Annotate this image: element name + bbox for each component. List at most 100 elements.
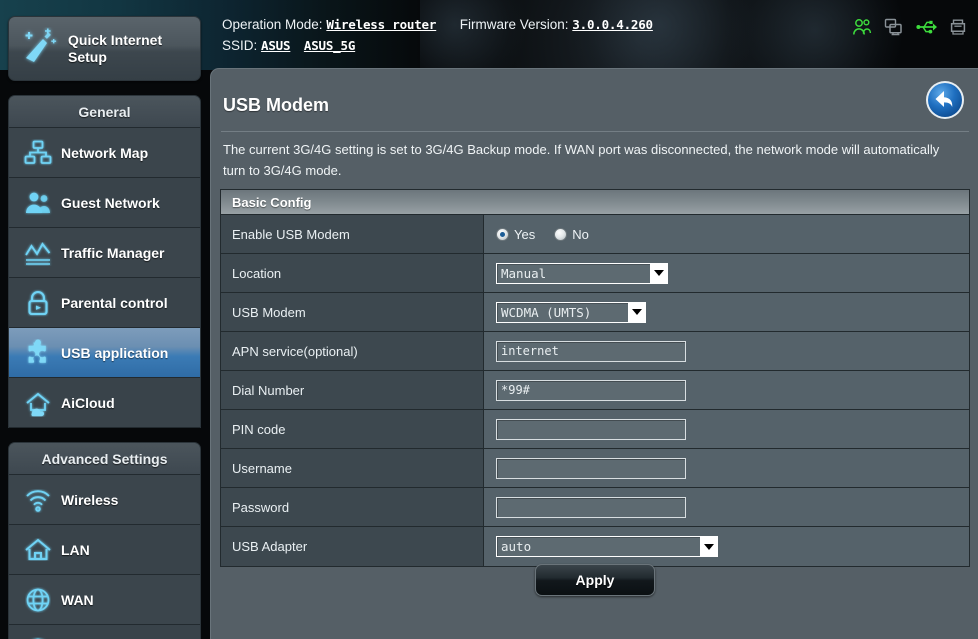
main-panel: USB Modem The current 3G/4G setting is s… [210, 68, 978, 639]
sidebar-item-traffic-manager[interactable]: Traffic Manager [9, 228, 200, 278]
row-enable-usb-modem: Enable USB Modem Yes No [221, 215, 969, 254]
firmware-label: Firmware Version: [459, 17, 569, 32]
row-username: Username [221, 449, 969, 488]
sidebar-item-label: Network Map [61, 144, 149, 161]
sidebar-item-lan[interactable]: LAN [9, 525, 200, 575]
sidebar: Quick Internet Setup General Network Map… [8, 16, 201, 639]
radio-yes-label: Yes [514, 226, 536, 242]
router-admin-page: Operation Mode: Wireless router Firmware… [0, 0, 978, 639]
row-label: Enable USB Modem [221, 215, 484, 253]
usb-modem-select-value: WCDMA (UMTS) [501, 304, 592, 320]
pin-code-input[interactable] [496, 418, 686, 440]
network-map-icon [21, 139, 55, 167]
operation-mode-label: Operation Mode: [222, 17, 323, 32]
apn-service-input[interactable]: internet [496, 340, 686, 362]
header-status-icons [852, 18, 966, 36]
guest-network-icon [21, 189, 55, 217]
wireless-icon [21, 486, 55, 514]
sidebar-item-label: LAN [61, 541, 90, 558]
row-label: USB Modem [221, 293, 484, 331]
usb-icon[interactable] [916, 18, 938, 36]
magic-wand-icon [19, 27, 59, 70]
sidebar-item-label: USB application [61, 344, 169, 361]
row-value: internet [484, 332, 969, 370]
row-value [484, 410, 969, 448]
basic-config-table: Basic Config Enable USB Modem Yes No Loc… [220, 189, 970, 567]
sidebar-item-wan[interactable]: WAN [9, 575, 200, 625]
ssid-value-5g[interactable]: ASUS_5G [304, 38, 355, 53]
row-usb-adapter: USB Adapter auto [221, 527, 969, 566]
quick-internet-setup-button[interactable]: Quick Internet Setup [8, 16, 201, 81]
radio-no-label: No [572, 226, 589, 242]
sidebar-item-ipv6[interactable]: IPv6 [9, 625, 200, 639]
chevron-down-icon [700, 537, 717, 556]
sidebar-item-label: AiCloud [61, 394, 115, 411]
sidebar-item-label: Traffic Manager [61, 244, 165, 261]
row-label: Location [221, 254, 484, 292]
location-select[interactable]: Manual [496, 262, 668, 284]
row-value: WCDMA (UMTS) [484, 293, 969, 331]
username-input[interactable] [496, 457, 686, 479]
row-usb-modem: USB Modem WCDMA (UMTS) [221, 293, 969, 332]
enable-usb-modem-radio-group: Yes No [496, 227, 589, 242]
sidebar-item-guest-network[interactable]: Guest Network [9, 178, 200, 228]
row-label: PIN code [221, 410, 484, 448]
title-divider [221, 131, 969, 132]
sidebar-item-parental-control[interactable]: Parental control [9, 278, 200, 328]
ipv6-icon [21, 636, 55, 639]
location-select-value: Manual [501, 265, 547, 281]
parental-control-icon [21, 289, 55, 317]
usb-adapter-select-value: auto [501, 539, 532, 554]
row-value [484, 488, 969, 526]
row-value: auto [484, 527, 969, 566]
apply-button[interactable]: Apply [535, 564, 655, 596]
password-input[interactable] [496, 496, 686, 518]
usb-modem-select[interactable]: WCDMA (UMTS) [496, 301, 646, 323]
row-location: Location Manual [221, 254, 969, 293]
sidebar-item-wireless[interactable]: Wireless [9, 475, 200, 525]
usb-adapter-select[interactable]: auto [496, 536, 718, 557]
row-dial-number: Dial Number *99# [221, 371, 969, 410]
status-header: Operation Mode: Wireless router Firmware… [222, 14, 842, 56]
sidebar-item-label: Wireless [61, 491, 119, 508]
row-value: Manual [484, 254, 969, 292]
sidebar-group-advanced-title: Advanced Settings [9, 443, 200, 475]
sidebar-item-label: Parental control [61, 294, 168, 311]
row-value: *99# [484, 371, 969, 409]
radio-yes[interactable] [496, 227, 509, 241]
page-title: USB Modem [223, 95, 330, 115]
sidebar-group-general-title: General [9, 96, 200, 128]
monitors-icon[interactable] [884, 18, 904, 36]
sidebar-item-label: Guest Network [61, 194, 160, 211]
row-apn-service: APN service(optional) internet [221, 332, 969, 371]
chevron-down-icon [650, 263, 667, 283]
apply-bar: Apply [220, 564, 970, 596]
sidebar-item-network-map[interactable]: Network Map [9, 128, 200, 178]
row-label: APN service(optional) [221, 332, 484, 370]
users-icon[interactable] [852, 18, 872, 36]
radio-no[interactable] [554, 227, 568, 241]
ssid-value-24g[interactable]: ASUS [261, 38, 291, 53]
ssid-line: SSID: ASUS ASUS_5G [222, 35, 842, 56]
sidebar-group-general: General Network Map Guest Network Traffi… [8, 95, 201, 428]
sidebar-item-label: WAN [61, 591, 94, 608]
section-title: Basic Config [221, 190, 969, 215]
chevron-down-icon [628, 302, 645, 322]
sidebar-item-aicloud[interactable]: AiCloud [9, 378, 200, 428]
row-label: Dial Number [221, 371, 484, 409]
quick-internet-setup-label: Quick Internet Setup [68, 31, 163, 65]
page-description: The current 3G/4G setting is set to 3G/4… [223, 142, 940, 178]
operation-mode-line: Operation Mode: Wireless router Firmware… [222, 14, 842, 35]
usb-application-icon [21, 339, 55, 367]
dial-number-input[interactable]: *99# [496, 379, 686, 401]
ssid-label: SSID: [222, 38, 258, 53]
row-value [484, 449, 969, 487]
sidebar-item-usb-application[interactable]: USB application [9, 328, 200, 378]
traffic-manager-icon [21, 239, 55, 267]
row-value: Yes No [484, 215, 969, 253]
firmware-value[interactable]: 3.0.0.4.260 [572, 17, 653, 32]
printer-icon[interactable] [950, 18, 966, 36]
operation-mode-value[interactable]: Wireless router [326, 17, 436, 32]
row-label: USB Adapter [221, 527, 484, 566]
back-icon[interactable] [925, 80, 965, 120]
